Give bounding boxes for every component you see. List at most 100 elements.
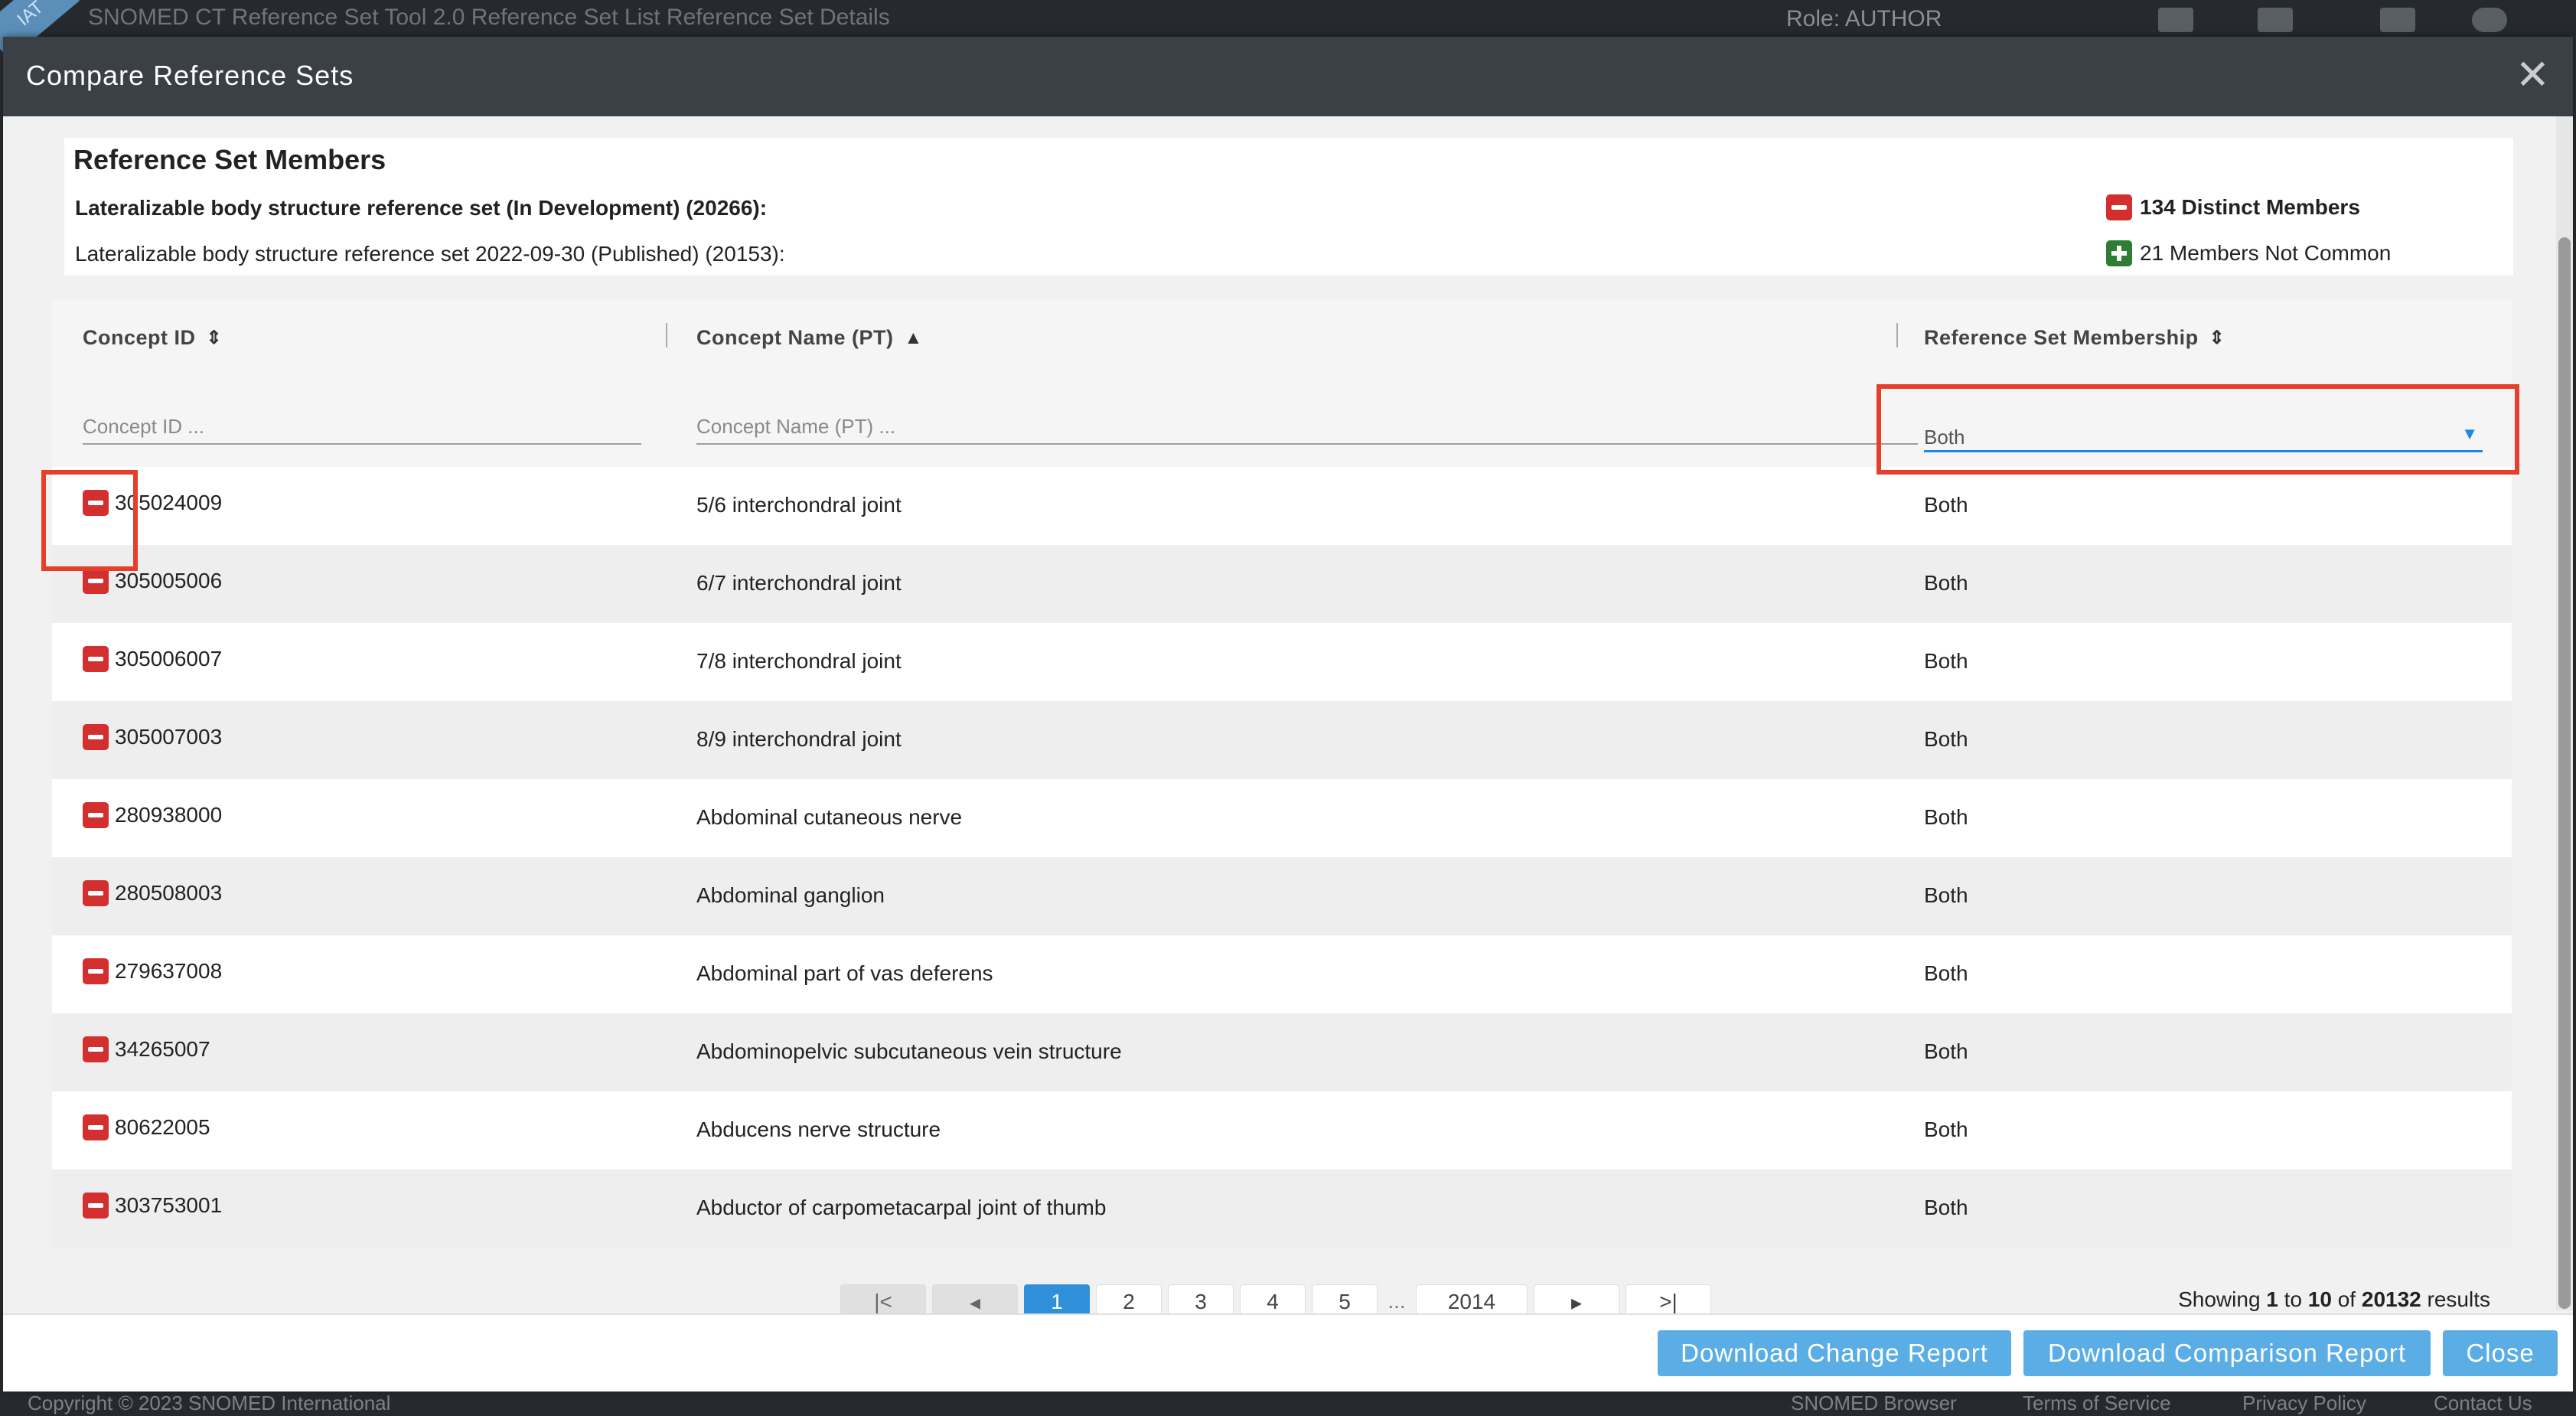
concept-id: 303753001 [115,1193,223,1217]
showing-of-word: of [2337,1287,2356,1311]
concept-id: 280938000 [115,803,223,827]
concept-name-cell: 6/7 interchondral joint [696,571,902,595]
concept-id-cell: 80622005 [83,1114,210,1140]
table-header: Concept ID ⇕ Concept Name (PT) ▲ Referen… [52,300,2512,375]
concept-name-filter-input[interactable] [696,415,1918,445]
footer-link-terms: Terms of Service [2023,1392,2171,1414]
concept-id: 80622005 [115,1115,210,1139]
grid-icon [2380,8,2415,32]
copyright-text: Copyright © 2023 SNOMED International [28,1392,391,1414]
folder-icon [2258,8,2293,32]
membership-cell: Both [1924,1117,1968,1141]
column-divider [1896,323,1898,347]
close-button[interactable]: Close [2443,1330,2558,1376]
table-row[interactable]: 305005006 6/7 interchondral joint Both [52,545,2512,623]
minus-icon[interactable] [83,1036,109,1062]
column-header-label: Reference Set Membership [1924,326,2199,349]
table-row[interactable]: 34265007 Abdominopelvic subcutaneous vei… [52,1013,2512,1091]
background-app-title: SNOMED CT Reference Set Tool 2.0 Referen… [88,5,890,30]
minus-icon[interactable] [83,646,109,672]
download-comparison-report-button[interactable]: Download Comparison Report [2023,1330,2431,1376]
modal-scrollbar[interactable] [2556,116,2573,1310]
sort-icon[interactable]: ⇕ [2209,327,2225,349]
modal-title: Compare Reference Sets [26,60,354,91]
table-row[interactable]: 305024009 5/6 interchondral joint Both [52,467,2512,545]
modal-header: Compare Reference Sets ✕ [3,37,2573,116]
showing-suffix: results [2427,1287,2490,1311]
modal-footer: Download Change Report Download Comparis… [3,1313,2573,1392]
compare-reference-sets-modal: Compare Reference Sets ✕ Reference Set M… [3,37,2573,1392]
table-row[interactable]: 280938000 Abdominal cutaneous nerve Both [52,779,2512,857]
membership-cell: Both [1924,1039,1968,1063]
refset-in-development-label: Lateralizable body structure reference s… [75,196,768,220]
showing-to-word: to [2284,1287,2303,1311]
membership-cell: Both [1924,571,1968,595]
concept-name-cell: Abdominopelvic subcutaneous vein structu… [696,1039,1122,1063]
user-role-label: Role: AUTHOR [1786,6,1942,31]
members-not-common-stat: 21 Members Not Common [2106,240,2391,266]
table-row[interactable]: 305006007 7/8 interchondral joint Both [52,623,2512,701]
concept-name-cell: Abductor of carpometacarpal joint of thu… [696,1196,1107,1219]
showing-to: 10 [2307,1287,2332,1311]
distinct-members-count: 134 Distinct Members [2140,195,2360,219]
sort-ascending-icon[interactable]: ▲ [905,328,923,349]
footer-link-privacy: Privacy Policy [2242,1392,2366,1414]
close-icon[interactable]: ✕ [2516,51,2550,99]
concept-id: 34265007 [115,1037,210,1061]
column-header-label: Concept ID [83,326,196,349]
concept-id-cell: 305007003 [83,724,222,750]
plus-icon [2106,240,2132,266]
minus-icon[interactable] [83,1193,109,1219]
minus-icon[interactable] [83,1114,109,1140]
concept-id-cell: 305006007 [83,646,222,672]
concept-name-cell: 7/8 interchondral joint [696,649,902,673]
minus-icon[interactable] [83,958,109,984]
concept-name-cell: 8/9 interchondral joint [696,727,902,751]
refset-published-label: Lateralizable body structure reference s… [75,242,785,266]
membership-cell: Both [1924,961,1968,985]
table-row[interactable]: 305007003 8/9 interchondral joint Both [52,701,2512,779]
background-app-footer: Copyright © 2023 SNOMED International SN… [0,1390,2576,1416]
sort-icon[interactable]: ⇕ [207,327,223,349]
modal-scrollbar-thumb[interactable] [2558,237,2571,1309]
background-app-header: IAT SNOMED CT Reference Set Tool 2.0 Ref… [0,0,2576,60]
column-header-label: Concept Name (PT) [696,326,894,349]
membership-cell: Both [1924,1196,1968,1219]
distinct-members-stat: 134 Distinct Members [2106,194,2360,220]
column-header-membership[interactable]: Reference Set Membership ⇕ [1924,326,2225,350]
showing-prefix: Showing [2178,1287,2261,1311]
concept-id: 305006007 [115,647,223,670]
minus-icon[interactable] [83,568,109,594]
column-header-concept-name[interactable]: Concept Name (PT) ▲ [696,326,923,350]
concept-id: 305007003 [115,725,223,749]
summary-title: Reference Set Members [73,144,386,175]
concept-id: 305005006 [115,569,223,592]
concept-name-cell: Abdominal cutaneous nerve [696,805,963,829]
concept-name-cell: 5/6 interchondral joint [696,493,902,517]
minus-icon[interactable] [83,802,109,828]
concept-id-filter-input[interactable] [83,415,641,445]
concept-name-cell: Abdominal part of vas deferens [696,961,993,985]
download-change-report-button[interactable]: Download Change Report [1658,1330,2011,1376]
membership-cell: Both [1924,883,1968,907]
minus-icon[interactable] [83,724,109,750]
concept-id-cell: 280938000 [83,802,222,828]
highlight-minus-badge [41,470,138,571]
table-row[interactable]: 303753001 Abductor of carpometacarpal jo… [52,1170,2512,1248]
membership-cell: Both [1924,493,1968,517]
membership-cell: Both [1924,649,1968,673]
concept-id-cell: 280508003 [83,880,222,906]
table-row[interactable]: 280508003 Abdominal ganglion Both [52,857,2512,935]
table-row[interactable]: 279637008 Abdominal part of vas deferens… [52,935,2512,1013]
minus-icon [2106,194,2132,220]
membership-cell: Both [1924,727,1968,751]
concept-id-cell: 305005006 [83,568,222,594]
minus-icon[interactable] [83,880,109,906]
column-header-concept-id[interactable]: Concept ID ⇕ [83,326,222,350]
table-row[interactable]: 80622005 Abducens nerve structure Both [52,1091,2512,1170]
showing-total: 20132 [2361,1287,2421,1311]
concept-id-cell: 34265007 [83,1036,210,1062]
concept-id-cell: 303753001 [83,1193,222,1219]
footer-link-contact: Contact Us [2434,1392,2532,1414]
concept-id: 280508003 [115,881,223,905]
